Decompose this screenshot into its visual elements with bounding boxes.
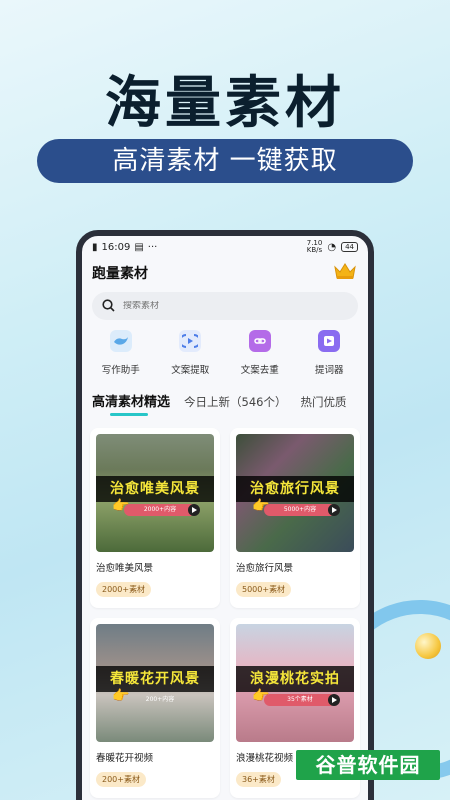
card-badge: 5000+素材 xyxy=(236,582,292,597)
watermark-logo: 谷普软件园 xyxy=(296,750,440,780)
card-badge: 2000+素材 xyxy=(96,582,152,597)
app-title: 跑量素材 xyxy=(92,266,148,282)
sim-icon: ▮ xyxy=(92,241,98,253)
tool-teleprompter[interactable]: 提词器 xyxy=(295,330,365,376)
play-icon xyxy=(188,504,200,516)
battery-indicator: 44 xyxy=(341,242,358,252)
content-count-pill: 2000+内容 xyxy=(124,504,196,516)
network-speed: 7.10 KB/s xyxy=(306,239,323,254)
notification-icon: ▤ xyxy=(134,241,144,253)
content-count-pill: 35个素材 xyxy=(264,694,336,706)
link-icon xyxy=(248,330,271,352)
tab-bar: 高清素材精选 今日上新（546个） 热门优质 xyxy=(82,376,368,416)
extract-icon xyxy=(179,330,202,352)
tool-text-dedupe[interactable]: 文案去重 xyxy=(225,330,295,376)
card-thumbnail: 春暖花开风景 👉 200+内容 xyxy=(96,624,214,742)
tab-hd-selected[interactable]: 高清素材精选 xyxy=(92,391,170,416)
material-grid: 治愈唯美风景 👉 2000+内容 治愈唯美风景 2000+素材 治愈旅行风景 👉… xyxy=(82,416,368,798)
background-ball xyxy=(415,633,441,659)
prompter-icon xyxy=(318,330,341,352)
card-badge: 200+素材 xyxy=(96,772,146,787)
tab-hot[interactable]: 热门优质 xyxy=(300,394,346,416)
material-card[interactable]: 春暖花开风景 👉 200+内容 春暖花开视频 200+素材 xyxy=(90,618,220,798)
tool-label: 写作助手 xyxy=(101,365,140,376)
vip-crown-icon[interactable] xyxy=(334,262,356,284)
tool-text-extract[interactable]: 文案提取 xyxy=(156,330,226,376)
status-time: 16:09 xyxy=(101,241,131,253)
material-card[interactable]: 治愈唯美风景 👉 2000+内容 治愈唯美风景 2000+素材 xyxy=(90,428,220,608)
material-card[interactable]: 治愈旅行风景 👉 5000+内容 治愈旅行风景 5000+素材 xyxy=(230,428,360,608)
card-title: 治愈唯美风景 xyxy=(96,563,154,574)
search-bar[interactable] xyxy=(92,292,358,320)
tab-today-new[interactable]: 今日上新（546个） xyxy=(184,394,286,416)
wifi-icon: ◔ xyxy=(327,241,337,253)
content-count-pill: 200+内容 xyxy=(145,696,175,703)
status-bar: ▮ 16:09 ▤ ··· 7.10 KB/s ◔ 44 xyxy=(82,236,368,258)
tool-label: 提词器 xyxy=(314,365,344,376)
card-title: 春暖花开视频 xyxy=(96,753,154,764)
play-icon xyxy=(328,694,340,706)
search-input[interactable] xyxy=(123,301,323,311)
tool-writing-assistant[interactable]: 写作助手 xyxy=(86,330,156,376)
card-badge: 36+素材 xyxy=(236,772,281,787)
hero-slogan: 高清素材 一键获取 xyxy=(37,139,413,183)
card-title: 治愈旅行风景 xyxy=(236,563,294,574)
hero-title: 海量素材 xyxy=(105,71,345,136)
tool-label: 文案提取 xyxy=(171,365,210,376)
card-thumbnail: 治愈唯美风景 👉 2000+内容 xyxy=(96,434,214,552)
card-thumbnail: 治愈旅行风景 👉 5000+内容 xyxy=(236,434,354,552)
whale-icon xyxy=(109,330,132,352)
status-dots: ··· xyxy=(147,241,158,253)
app-header: 跑量素材 xyxy=(82,258,368,288)
phone-frame: ▮ 16:09 ▤ ··· 7.10 KB/s ◔ 44 跑量素材 搜索素材 写… xyxy=(76,230,374,800)
tool-label: 文案去重 xyxy=(240,365,279,376)
content-count-pill: 5000+内容 xyxy=(264,504,336,516)
play-icon xyxy=(328,504,340,516)
search-icon xyxy=(102,297,115,316)
card-thumbnail: 浪漫桃花实拍 👉 35个素材 xyxy=(236,624,354,742)
tool-row: 写作助手 文案提取 文案去重 提词器 xyxy=(82,320,368,376)
